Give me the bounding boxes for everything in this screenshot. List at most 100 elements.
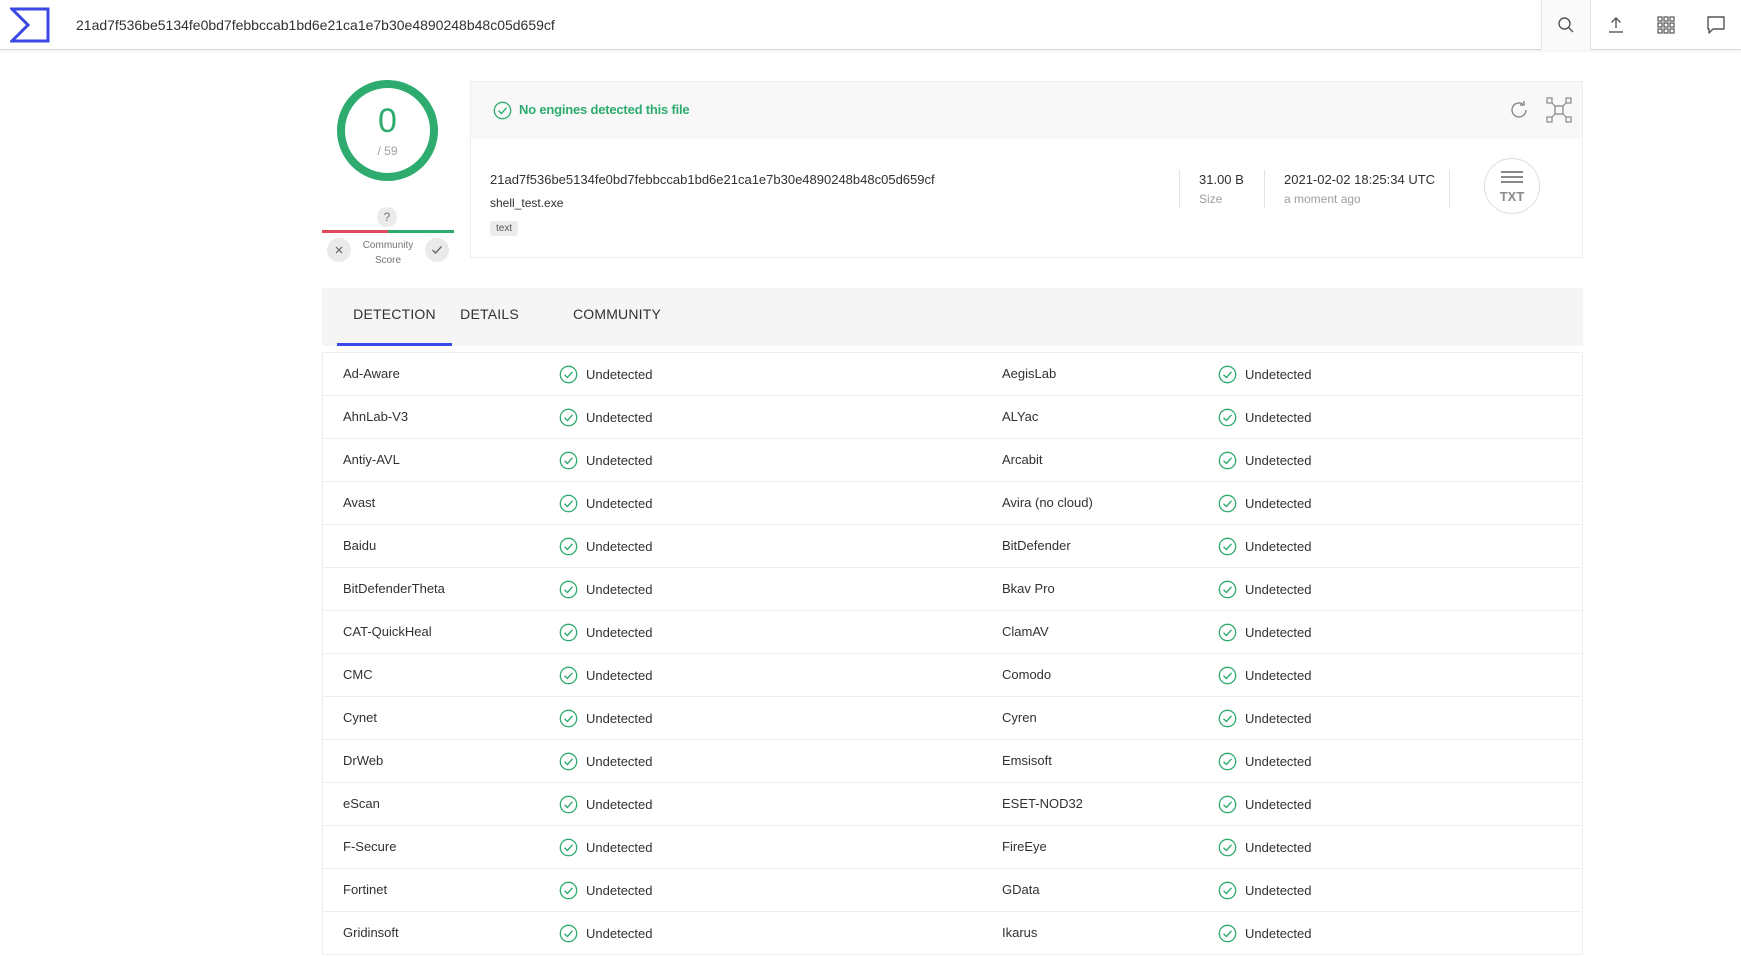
file-tag[interactable]: text	[490, 221, 519, 236]
chat-button[interactable]	[1691, 0, 1741, 50]
vote-harmful-button[interactable]	[327, 238, 351, 262]
table-row: Fortinet Undetected GData Undetected	[323, 869, 1582, 912]
top-bar	[0, 0, 1741, 50]
engine-name: AegisLab	[1002, 366, 1057, 381]
apps-grid-icon	[1657, 16, 1675, 34]
engine-result: Undetected	[559, 783, 653, 825]
engine-name: Bkav Pro	[1002, 581, 1055, 596]
result-label: Undetected	[586, 624, 653, 640]
table-row: Antiy-AVL Undetected Arcabit Undetected	[323, 439, 1582, 482]
file-summary-card: No engines detected this file 21ad7f536b…	[470, 81, 1583, 258]
result-label: Undetected	[1245, 710, 1312, 726]
file-size-label: Size	[1199, 192, 1223, 206]
engine-name: Baidu	[343, 538, 377, 553]
check-circle-icon	[559, 365, 578, 383]
result-label: Undetected	[586, 667, 653, 683]
engine-name: Emsisoft	[1002, 753, 1052, 768]
search-input[interactable]	[66, 10, 1506, 40]
result-label: Undetected	[586, 409, 653, 425]
virustotal-logo-icon[interactable]	[10, 7, 50, 43]
engine-name: Gridinsoft	[343, 925, 399, 940]
graph-similar-icon[interactable]	[1546, 97, 1572, 123]
check-circle-icon	[1218, 752, 1237, 770]
engine-result: Undetected	[559, 611, 653, 653]
table-row: Avast Undetected Avira (no cloud) Undetecte…	[323, 482, 1582, 525]
community-label-line2: Score	[374, 255, 402, 266]
reanalyze-icon[interactable]	[1508, 99, 1530, 121]
engine-name: Ad-Aware	[343, 366, 400, 381]
engine-result: Undetected	[559, 353, 653, 395]
engine-name: ESET-NOD32	[1002, 796, 1083, 811]
result-label: Undetected	[586, 452, 653, 468]
tab-community[interactable]: COMMUNITY	[557, 288, 677, 346]
engine-name: CAT-QuickHeal	[343, 624, 432, 639]
result-label: Undetected	[1245, 925, 1312, 941]
community-score-label: Community Score	[352, 238, 424, 268]
check-circle-icon	[1218, 795, 1237, 813]
tab-details[interactable]: DETAILS	[452, 288, 527, 346]
engine-result: Undetected	[1218, 740, 1312, 782]
engine-name: AhnLab-V3	[343, 409, 409, 424]
engine-result: Undetected	[1218, 353, 1312, 395]
engine-result: Undetected	[1218, 869, 1312, 911]
check-circle-icon	[1218, 709, 1237, 727]
community-score: ? Community Score	[322, 206, 454, 268]
result-label: Undetected	[586, 753, 653, 769]
vote-harmless-button[interactable]	[425, 238, 449, 262]
engine-name: Comodo	[1002, 667, 1052, 682]
check-circle-icon	[1218, 924, 1237, 942]
result-label: Undetected	[586, 495, 653, 511]
engine-name: CMC	[343, 667, 373, 682]
upload-button[interactable]	[1591, 0, 1641, 50]
result-label: Undetected	[1245, 882, 1312, 898]
check-circle-icon	[559, 752, 578, 770]
apps-button[interactable]	[1641, 0, 1691, 50]
engine-name: Cynet	[343, 710, 377, 725]
engine-result: Undetected	[1218, 482, 1312, 524]
table-row: eScan Undetected ESET-NOD32 Undetected	[323, 783, 1582, 826]
check-circle-icon	[559, 494, 578, 512]
tab-detection[interactable]: DETECTION	[337, 288, 452, 346]
file-hash[interactable]: 21ad7f536be5134fe0bd7febbccab1bd6e21ca1e…	[490, 172, 935, 187]
file-size-value: 31.00 B	[1199, 172, 1244, 187]
engine-name: Fortinet	[343, 882, 388, 897]
engine-result: Undetected	[1218, 525, 1312, 567]
search-icon	[1558, 17, 1574, 33]
check-circle-icon	[559, 580, 578, 598]
engine-result: Undetected	[559, 826, 653, 868]
check-circle-icon	[1218, 623, 1237, 641]
engine-result: Undetected	[559, 396, 653, 438]
result-label: Undetected	[1245, 538, 1312, 554]
result-label: Undetected	[1245, 366, 1312, 382]
engine-name: FireEye	[1002, 839, 1047, 854]
check-circle-icon	[559, 881, 578, 899]
result-label: Undetected	[586, 581, 653, 597]
community-score-bar	[322, 230, 454, 233]
detection-status: No engines detected this file	[519, 102, 690, 117]
check-circle-icon	[1218, 365, 1237, 383]
file-type-badge: TXT	[1484, 158, 1540, 214]
divider	[1449, 170, 1450, 208]
engine-result: Undetected	[1218, 912, 1312, 954]
engine-result: Undetected	[1218, 611, 1312, 653]
check-circle-icon	[1218, 838, 1237, 856]
check-circle-icon	[1218, 451, 1237, 469]
engine-result: Undetected	[559, 740, 653, 782]
result-label: Undetected	[586, 882, 653, 898]
check-circle-icon	[559, 623, 578, 641]
summary-header: No engines detected this file	[471, 82, 1582, 139]
check-circle-icon	[559, 838, 578, 856]
detection-score: 0 / 59	[337, 80, 438, 181]
engine-result: Undetected	[1218, 826, 1312, 868]
engine-name: Avira (no cloud)	[1002, 495, 1093, 510]
result-label: Undetected	[586, 925, 653, 941]
result-label: Undetected	[1245, 452, 1312, 468]
check-circle-icon	[1218, 666, 1237, 684]
engine-result: Undetected	[559, 912, 653, 954]
check-circle-icon	[1218, 537, 1237, 555]
engine-result: Undetected	[1218, 654, 1312, 696]
result-label: Undetected	[1245, 624, 1312, 640]
document-lines-icon	[1501, 171, 1523, 186]
search-button[interactable]	[1541, 0, 1591, 50]
engine-result: Undetected	[559, 654, 653, 696]
